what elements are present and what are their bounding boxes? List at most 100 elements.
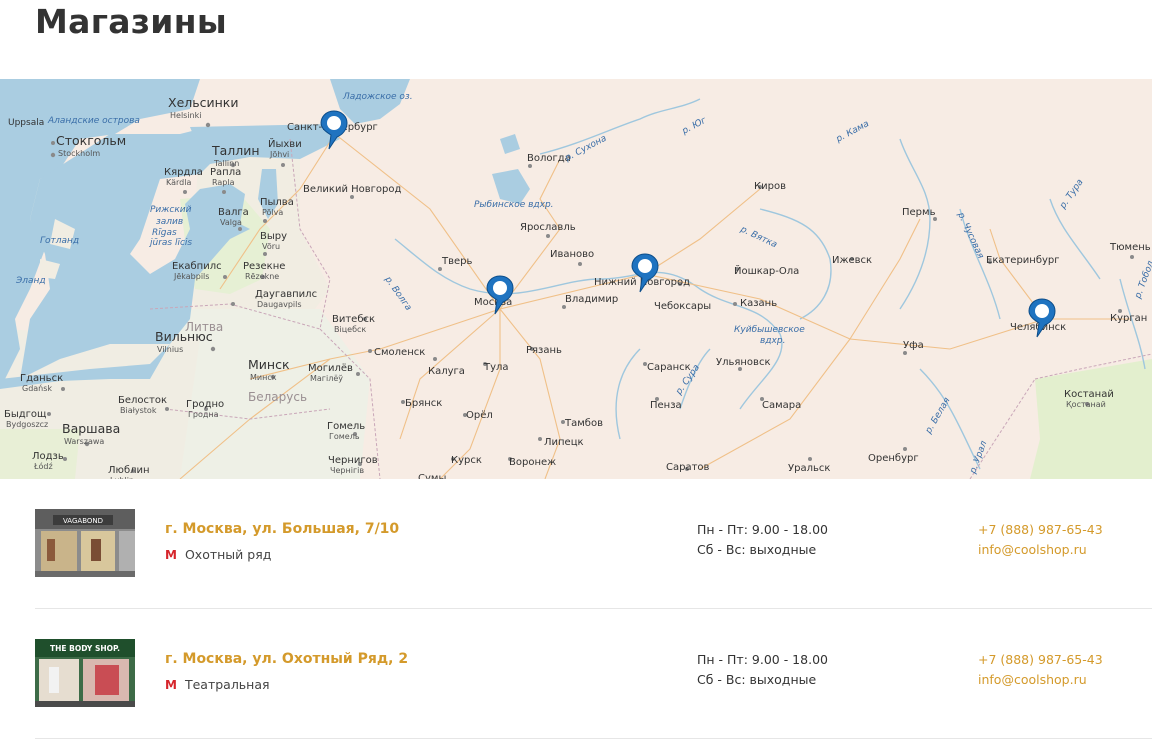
- map-city-sublabel: Łódź: [33, 461, 53, 471]
- store-email-link[interactable]: info@coolshop.ru: [978, 670, 1103, 690]
- map-city-label: Пылва: [260, 197, 294, 208]
- map-city-label: Гродно: [186, 399, 224, 410]
- map-city-label: Выру: [260, 231, 287, 242]
- map-city-label: Тверь: [441, 256, 473, 267]
- map-water-label: Куйбышевское: [734, 325, 805, 335]
- map-city-label: Пермь: [902, 207, 936, 218]
- map-city-sublabel: Bydgoszcz: [6, 420, 48, 429]
- store-hours: Пн - Пт: 9.00 - 18.00 Сб - Вс: выходные: [697, 520, 828, 560]
- map-city-label: Уфа: [903, 340, 924, 351]
- map-country-label: Литва: [185, 320, 223, 334]
- map-city-label: Калуга: [428, 366, 465, 377]
- map-city-label: Ярославль: [520, 222, 576, 233]
- store-address-link[interactable]: г. Москва, ул. Охотный Ряд, 2: [165, 651, 408, 667]
- map-city-label: Йошкар-Ола: [734, 264, 799, 277]
- map-city-sublabel: Daugavpils: [257, 300, 302, 309]
- map-city-label: Гданьск: [20, 373, 63, 384]
- map-city-label: Курган: [1110, 313, 1147, 324]
- map-city-sublabel: Гродна: [188, 410, 219, 419]
- map-city-sublabel: Rēzekne: [245, 272, 279, 281]
- map-city-label: Костанай: [1064, 389, 1114, 400]
- map-city-label: Екабпилс: [172, 261, 222, 272]
- map-city-label: Воронеж: [509, 457, 556, 468]
- map-city-sublabel: Минск: [250, 373, 277, 382]
- store-photo[interactable]: VAGABOND: [35, 509, 135, 577]
- map-city-label: Екатеринбург: [986, 255, 1060, 266]
- map-city-label: Рапла: [210, 167, 241, 178]
- map-water-label: вдхр.: [760, 336, 785, 346]
- map-city-sublabel: Jēkabpils: [173, 272, 209, 281]
- hours-weekdays: Пн - Пт: 9.00 - 18.00: [697, 522, 828, 537]
- map-city-sublabel: Jõhvi: [269, 150, 289, 159]
- map-city-label: Ульяновск: [716, 357, 770, 368]
- map-city-label: Хельсинки: [168, 95, 238, 110]
- store-photo[interactable]: THE BODY SHOP.: [35, 639, 135, 707]
- store-phone-link[interactable]: +7 (888) 987-65-43: [978, 520, 1103, 540]
- store-row: THE BODY SHOP. г. Москва, ул. Охотный Ря…: [35, 609, 1152, 739]
- map-city-label: Витебск: [332, 314, 375, 325]
- metro-icon: М: [165, 677, 177, 692]
- map-water-label: Рыбинское вдхр.: [474, 200, 554, 210]
- store-address-link[interactable]: г. Москва, ул. Большая, 7/10: [165, 521, 399, 537]
- map-city-label: Кярдла: [164, 167, 203, 178]
- map-city-label: Орёл: [466, 410, 493, 421]
- map-city-label: Гомель: [327, 421, 365, 432]
- map-city-label: Люблин: [108, 465, 150, 476]
- map-city-label: Тамбов: [564, 418, 603, 429]
- map-city-label: Тула: [483, 362, 509, 373]
- map-country-label: Беларусь: [248, 390, 307, 404]
- map-city-label: Брянск: [405, 398, 442, 409]
- map-city-label: Иваново: [550, 249, 594, 260]
- map-water-label: Rīgas: [152, 228, 177, 238]
- map-city-label: Тюмень: [1109, 242, 1151, 253]
- map-city-label: Лодзь: [32, 451, 64, 462]
- map-city-label: Уральск: [788, 463, 830, 474]
- store-row: VAGABOND г. Москва, ул. Большая, 7/10 М …: [35, 479, 1152, 609]
- map-city-sublabel: Võru: [262, 242, 280, 251]
- map-city-sublabel: Valga: [220, 218, 242, 227]
- map-city-sublabel: Kärdla: [166, 178, 191, 187]
- store-sign: VAGABOND: [63, 517, 103, 525]
- page-title: Магазины: [35, 2, 227, 41]
- map-city-label: Резекне: [243, 261, 285, 272]
- map-city-label: Оренбург: [868, 453, 919, 464]
- metro-icon: М: [165, 547, 177, 562]
- map-city-sublabel: Гомель: [329, 432, 360, 441]
- map-water-label: Готланд: [40, 236, 79, 246]
- map-city-sublabel: Чернігів: [330, 466, 364, 475]
- map-city-sublabel: Rapla: [212, 178, 235, 187]
- stores-map[interactable]: Хельсинки Helsinki Uppsala Стокгольм Stockho…: [0, 79, 1152, 479]
- map-city-sublabel: Stockholm: [58, 149, 100, 158]
- store-phone-link[interactable]: +7 (888) 987-65-43: [978, 650, 1103, 670]
- map-city-label: Великий Новгород: [303, 184, 401, 195]
- map-canvas[interactable]: ХельсинкиHelsinki Uppsala СтокгольмStockho…: [0, 79, 1152, 479]
- map-city-sublabel: Vilnius: [157, 345, 183, 354]
- map-city-label: Белосток: [118, 395, 167, 406]
- store-sign: THE BODY SHOP.: [50, 644, 120, 653]
- map-water-label: jūras līcis: [148, 238, 192, 248]
- metro-station: Театральная: [184, 677, 270, 692]
- map-city-sublabel: Põlva: [262, 208, 283, 217]
- map-city-label: Чебоксары: [654, 301, 711, 312]
- store-email-link[interactable]: info@coolshop.ru: [978, 540, 1103, 560]
- metro-station: Охотный ряд: [184, 547, 272, 562]
- map-city-label: Таллин: [211, 143, 260, 158]
- map-water-label: Рижский: [150, 205, 192, 215]
- map-city-sublabel: Қостанай: [1066, 400, 1106, 409]
- map-city-label: Саранск: [647, 362, 691, 373]
- store-metro: М Театральная: [165, 677, 270, 692]
- map-city-label: Саратов: [666, 462, 710, 473]
- map-city-label: Варшава: [62, 421, 120, 436]
- hours-weekend: Сб - Вс: выходные: [697, 542, 817, 557]
- map-city-label: Быдгощ: [4, 409, 46, 420]
- map-city-label: Рязань: [526, 345, 562, 356]
- map-city-label: Стокгольм: [56, 133, 126, 148]
- map-city-sublabel: Магілёў: [310, 374, 343, 383]
- map-water-label: залив: [156, 217, 183, 227]
- store-hours: Пн - Пт: 9.00 - 18.00 Сб - Вс: выходные: [697, 650, 828, 690]
- map-city-label: Йыхви: [268, 137, 302, 150]
- map-city-label: Валга: [218, 207, 249, 218]
- map-city-label: Чернигов: [328, 455, 378, 466]
- map-city-sublabel: Warszawa: [64, 437, 104, 446]
- map-city-label: Минск: [248, 357, 290, 372]
